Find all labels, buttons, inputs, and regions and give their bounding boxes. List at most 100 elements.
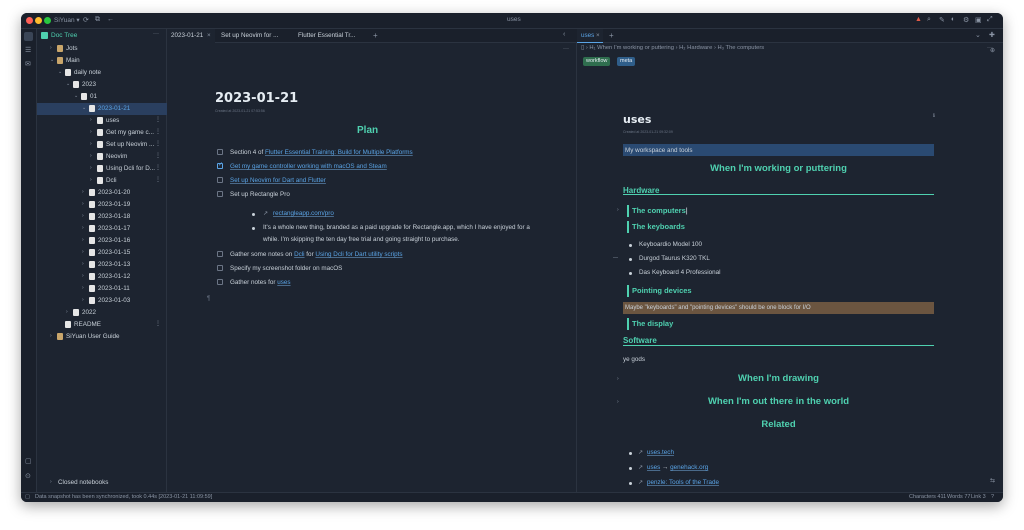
inbox-dock-icon[interactable]: ✉ [25, 60, 31, 68]
tree-item-2023[interactable]: ⌄ 2023 [37, 79, 167, 91]
tree-item-main[interactable]: ⌄ Main [37, 55, 167, 67]
help-icon[interactable]: ? [991, 494, 994, 500]
chevron-icon[interactable]: › [82, 297, 84, 303]
task-checkbox[interactable] [217, 265, 223, 271]
chevron-icon[interactable]: ⌄ [50, 57, 54, 63]
tab-flutter-essential[interactable]: Flutter Essential Tr... [294, 29, 366, 43]
tree-item-siyuan-user-guide[interactable]: › SiYuan User Guide [37, 331, 167, 343]
tab-menu-icon[interactable]: ‹ [563, 31, 565, 38]
chevron-icon[interactable]: › [90, 177, 92, 183]
related-link[interactable]: uses.tech [647, 449, 674, 456]
tree-item-2023-01-12[interactable]: › 2023-01-12 [37, 271, 167, 283]
chevron-icon[interactable]: › [90, 153, 92, 159]
snapshot-icon[interactable]: ▲ [915, 16, 922, 23]
settings-icon[interactable]: ⚙ [963, 16, 969, 24]
right-dock-icon[interactable]: ⊕ [990, 47, 995, 54]
doc-icon[interactable]: ▯ [581, 45, 584, 51]
task-link[interactable]: Using Dcli for Dart utility scripts [315, 251, 402, 258]
tree-item-2023-01-15[interactable]: › 2023-01-15 [37, 247, 167, 259]
tree-item-2023-01-17[interactable]: › 2023-01-17 [37, 223, 167, 235]
fullscreen-icon[interactable]: ⤢ [987, 16, 993, 24]
doc-info-icon[interactable]: ℹ [933, 113, 935, 119]
tree-item-2023-01-03[interactable]: › 2023-01-03 [37, 295, 167, 307]
tree-item-2023-01-19[interactable]: › 2023-01-19 [37, 199, 167, 211]
bookmark-dock-icon[interactable]: ▢ [25, 457, 32, 465]
tree-item-01[interactable]: ⌄ 01 [37, 91, 167, 103]
tree-item-2023-01-16[interactable]: › 2023-01-16 [37, 235, 167, 247]
window-mode-icon[interactable]: ▣ [975, 16, 982, 24]
closed-notebooks-toggle[interactable]: › Closed notebooks [37, 477, 167, 489]
new-tab-icon[interactable]: + [373, 31, 378, 40]
tree-item-2023-01-13[interactable]: › 2023-01-13 [37, 259, 167, 271]
task-link[interactable]: Set up Neovim for Dart and Flutter [230, 177, 326, 184]
tag-dock-icon[interactable]: ⊙ [25, 472, 31, 480]
tree-item-using-dcli[interactable]: › Using Dcli for D... ⋮ [37, 163, 167, 175]
tree-item-game-controller[interactable]: › Get my game c... ⋮ [37, 127, 167, 139]
chevron-icon[interactable]: ⌄ [74, 93, 78, 99]
tag-workflow[interactable]: workflow [583, 57, 611, 66]
chevron-icon[interactable]: ⌄ [82, 105, 86, 111]
chevron-icon[interactable]: › [50, 479, 52, 485]
tree-item-2023-01-11[interactable]: › 2023-01-11 [37, 283, 167, 295]
chevron-icon[interactable]: › [90, 117, 92, 123]
sync-icon[interactable]: ⟳ [83, 16, 89, 24]
new-tab-icon[interactable]: + [609, 31, 614, 40]
tree-item-daily-note[interactable]: ⌄ daily note [37, 67, 167, 79]
chevron-icon[interactable]: › [66, 309, 68, 315]
tree-item-2023-01-20[interactable]: › 2023-01-20 [37, 187, 167, 199]
task-link[interactable]: Get my game controller working with macO… [230, 163, 387, 170]
tree-item-setup-neovim[interactable]: › Set up Neovim ... ⋮ [37, 139, 167, 151]
doc-tree-dock-icon[interactable] [24, 32, 33, 41]
tab-menu-icon[interactable]: ⌄ [975, 31, 981, 39]
breadcrumb-item[interactable]: H₁ When I'm working or puttering [589, 45, 674, 51]
task-checkbox[interactable] [217, 177, 223, 183]
chevron-icon[interactable]: › [50, 45, 52, 51]
minimize-window-button[interactable] [35, 17, 42, 24]
chevron-icon[interactable]: › [90, 129, 92, 135]
maximize-window-button[interactable] [44, 17, 51, 24]
task-link[interactable]: uses [277, 279, 290, 286]
tree-item-2023-01-18[interactable]: › 2023-01-18 [37, 211, 167, 223]
right-dock-bottom-icon[interactable]: ⇆ [990, 477, 995, 484]
task-checkbox-checked[interactable]: ✓ [217, 162, 223, 169]
chevron-icon[interactable]: › [82, 201, 84, 207]
fold-chevron-icon[interactable]: › [617, 399, 619, 405]
chevron-icon[interactable]: › [82, 189, 84, 195]
breadcrumb-item[interactable]: H₃ The computers [717, 45, 764, 51]
back-arrow-icon[interactable]: ← [107, 16, 114, 23]
rectangle-link[interactable]: rectangleapp.com/pro [273, 210, 334, 217]
task-link[interactable]: Dcli [294, 251, 305, 258]
close-tab-icon[interactable]: × [207, 32, 211, 39]
related-link[interactable]: uses [647, 464, 660, 471]
chevron-icon[interactable]: › [90, 165, 92, 171]
task-checkbox[interactable] [217, 191, 223, 197]
task-checkbox[interactable] [217, 279, 223, 285]
tree-item-neovim[interactable]: › Neovim ⋮ [37, 151, 167, 163]
task-checkbox[interactable] [217, 149, 223, 155]
chevron-icon[interactable]: › [90, 141, 92, 147]
tab-2023-01-21[interactable]: 2023-01-21 × [167, 29, 215, 43]
search-icon[interactable]: ⌕ [927, 16, 931, 24]
tree-item-uses[interactable]: › uses ⋮ [37, 115, 167, 127]
chevron-icon[interactable]: › [82, 249, 84, 255]
chevron-icon[interactable]: › [82, 237, 84, 243]
chevron-icon[interactable]: › [50, 333, 52, 339]
more-icon[interactable]: ⋮ [155, 116, 161, 123]
more-icon[interactable]: ⋮ [155, 152, 161, 159]
workspace-menu[interactable]: SiYuan ▾ [54, 16, 80, 24]
window-icon[interactable]: ⧉ [95, 16, 100, 24]
tab-uses[interactable]: uses × [577, 29, 603, 43]
chevron-icon[interactable]: › [82, 273, 84, 279]
pen-icon[interactable]: ✎ [939, 16, 945, 24]
chevron-icon[interactable]: › [82, 261, 84, 267]
close-tab-icon[interactable]: × [596, 32, 600, 39]
tree-item-jots[interactable]: › Jots [37, 43, 167, 55]
more-icon[interactable]: ⋮ [155, 176, 161, 183]
more-icon[interactable]: ⋮ [155, 320, 161, 327]
more-icon[interactable]: ⋮ [155, 140, 161, 147]
outline-dock-icon[interactable]: ☰ [25, 46, 31, 54]
close-window-button[interactable] [26, 17, 33, 24]
chevron-icon[interactable]: › [82, 213, 84, 219]
theme-icon[interactable]: ◐ [951, 16, 955, 23]
tree-item-dcli[interactable]: › Dcli ⋮ [37, 175, 167, 187]
